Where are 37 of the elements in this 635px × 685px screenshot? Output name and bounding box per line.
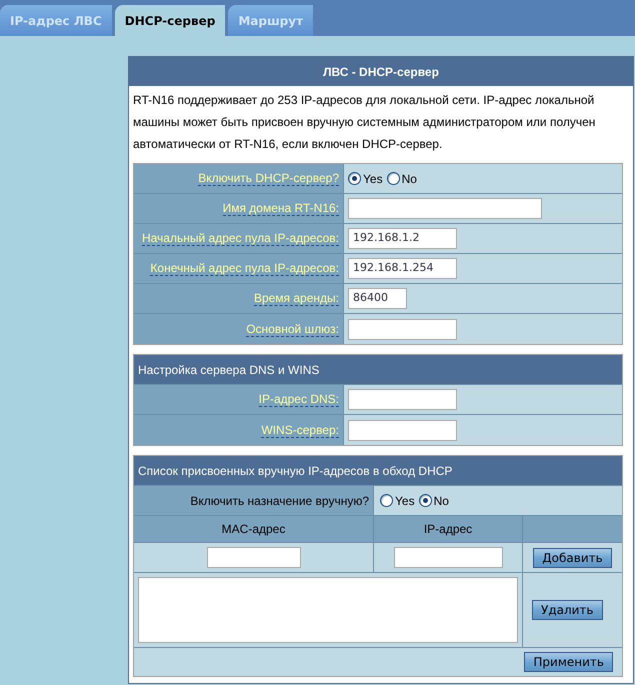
text-field[interactable]	[348, 198, 542, 219]
panel-title: ЛВС - DHCP-сервер	[129, 57, 633, 86]
text-field[interactable]: 86400	[348, 288, 407, 309]
text-field[interactable]	[348, 318, 457, 340]
text-field[interactable]	[348, 389, 457, 410]
action-button[interactable]: Применить	[524, 652, 613, 672]
radio-button[interactable]	[418, 494, 432, 507]
field-label: Включить назначение вручную?	[190, 492, 369, 510]
column-header: IP-адрес	[424, 521, 472, 538]
field-label: Начальный адрес пула IP-адресов:	[142, 231, 339, 246]
mac-address-field[interactable]	[206, 547, 300, 568]
radio-button[interactable]	[380, 494, 393, 507]
action-button[interactable]: Добавить	[533, 548, 612, 568]
action-button[interactable]: Удалить	[532, 600, 602, 620]
field-label: Время аренды:	[254, 291, 339, 306]
field-label: Конечный адрес пула IP-адресов:	[150, 261, 339, 276]
field-label: Имя домена RT-N16:	[222, 201, 339, 216]
ip-address-field[interactable]	[394, 547, 502, 568]
tab[interactable]: DHCP-сервер	[114, 5, 226, 36]
text-field[interactable]: 192.168.1.254	[348, 258, 457, 279]
text-field[interactable]: 192.168.1.2	[348, 228, 457, 249]
text-field[interactable]	[348, 420, 457, 440]
radio-button[interactable]	[386, 172, 400, 185]
field-label: Включить DHCP-сервер?	[198, 171, 339, 186]
field-label: WINS-сервер:	[261, 422, 339, 438]
field-label: IP-адрес DNS:	[258, 392, 339, 407]
field-label: Основной шлюз:	[246, 322, 339, 336]
radio-label: No	[402, 170, 417, 188]
radio-label: Yes	[363, 170, 383, 188]
radio-label: No	[434, 492, 449, 510]
column-header: MAC-адрес	[222, 521, 286, 538]
radio-label: Yes	[395, 492, 415, 510]
radio-button[interactable]	[348, 172, 361, 185]
section-header: Список присвоенных вручную IP-адресов в обход DHCP	[134, 456, 622, 486]
address-list-box[interactable]	[138, 577, 518, 643]
panel-description: RT-N16 поддерживает до 253 IP-адресов для локальной сети. IP-адрес локальной машины может быть присвоен вручную системным администратором или получен автоматически от RT-N16, если включен DHCP-сервер.	[132, 92, 596, 153]
section-header: Настройка сервера DNS и WINS	[134, 355, 622, 385]
